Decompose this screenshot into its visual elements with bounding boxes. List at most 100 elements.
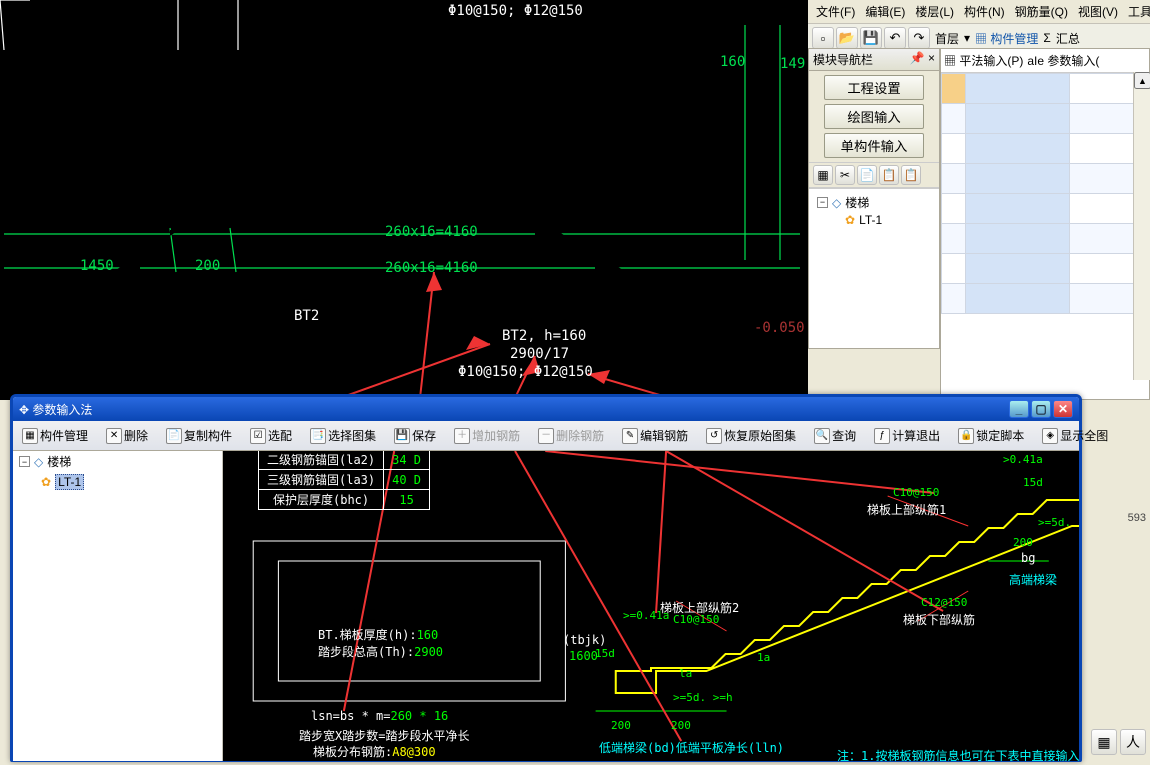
tree-root[interactable]: 楼梯: [845, 194, 869, 211]
tb-add-rebar: ＋增加钢筋: [449, 425, 525, 446]
tab-pingfa[interactable]: ▦ 平法输入(P): [944, 52, 1023, 69]
menu-comp[interactable]: 构件(N): [960, 2, 1009, 21]
cad-stair-run-2: 260x16=4160: [385, 260, 478, 276]
dlg-tbjk-v: 1600: [569, 649, 598, 663]
property-grid-table[interactable]: [941, 73, 1149, 314]
menu-tool[interactable]: 工具: [1124, 2, 1150, 21]
tb-copy[interactable]: 📄复制构件: [161, 425, 237, 446]
tree-child[interactable]: LT-1: [859, 213, 882, 227]
cad-rebar-spec-bot: Φ10@150; Φ12@150: [458, 364, 593, 380]
cad-dim-1493: 149: [780, 56, 805, 72]
dlg-ge5d2: >=5d. >=h: [673, 691, 733, 704]
window-close-icon[interactable]: ✕: [1053, 400, 1073, 418]
dialog-tree: − ◇ 楼梯 ✿ LT-1: [13, 451, 223, 761]
tb-pick[interactable]: ☑选配: [245, 425, 297, 446]
nav-project-settings[interactable]: 工程设置: [824, 75, 924, 100]
prop-la2-val[interactable]: 34 D: [384, 451, 430, 470]
dlg-tree-root[interactable]: 楼梯: [47, 453, 71, 470]
component-tree: − ◇ 楼梯 ✿ LT-1: [809, 188, 939, 348]
prop-bhc-val[interactable]: 15: [384, 490, 430, 510]
menu-view[interactable]: 视图(V): [1074, 2, 1122, 21]
menu-edit[interactable]: 编辑(E): [861, 2, 909, 21]
floor-dropdown-icon[interactable]: ▾: [964, 31, 970, 45]
dialog-toolbar: ▦构件管理 ✕删除 📄复制构件 ☑选配 📑选择图集 💾保存 ＋增加钢筋 －删除钢…: [13, 421, 1079, 451]
mini-copy-icon[interactable]: 📄: [857, 165, 877, 185]
cad-bt2-h2: 2900/17: [510, 346, 569, 362]
toolbox-bottom-right: ▦ 人: [1091, 729, 1146, 755]
tb-comp-mgr[interactable]: ▦构件管理: [17, 425, 93, 446]
toolbar-sigma[interactable]: Σ: [1043, 31, 1050, 45]
tb-restore[interactable]: ↺恢复原始图集: [701, 425, 801, 446]
dlg-stair-icon: ◇: [34, 455, 43, 469]
toolbar-sum[interactable]: 汇总: [1053, 30, 1083, 47]
dlg-la1: la: [679, 667, 692, 680]
dialog-cad-canvas[interactable]: 一级钢筋锚固(la1)27 D 二级钢筋锚固(la2)34 D 三级钢筋锚固(l…: [223, 451, 1079, 761]
dlg-tree-expander[interactable]: −: [19, 456, 30, 467]
undo-icon[interactable]: ↶: [884, 27, 906, 49]
dlg-tbjk: (tbjk): [563, 633, 606, 647]
dlg-bg: bg: [1021, 551, 1035, 565]
cad-level: -0.050: [754, 320, 805, 336]
param-input-dialog: ✥ 参数输入法 _ ▢ ✕ ▦构件管理 ✕删除 📄复制构件 ☑选配 📑选择图集 …: [10, 394, 1082, 762]
tb-lock[interactable]: 🔒锁定脚本: [953, 425, 1029, 446]
dlg-dim200c: 200: [671, 719, 691, 732]
window-maximize-icon[interactable]: ▢: [1031, 400, 1051, 418]
tb-edit-rebar[interactable]: ✎编辑钢筋: [617, 425, 693, 446]
prop-la3-key: 三级钢筋锚固(la3): [259, 470, 384, 490]
window-minimize-icon[interactable]: _: [1009, 400, 1029, 418]
gear-icon: ✿: [845, 213, 855, 227]
mini-paste2-icon[interactable]: 📋: [901, 165, 921, 185]
mini-grid-icon[interactable]: ▦: [813, 165, 833, 185]
dlg-ge5d: >=5d.: [1038, 516, 1071, 529]
bottom-btn-person-icon[interactable]: 人: [1120, 729, 1146, 755]
tb-atlas[interactable]: 📑选择图集: [305, 425, 381, 446]
dlg-c12: C12@150: [921, 596, 967, 609]
pin-icon[interactable]: 📌 ×: [910, 51, 935, 68]
bottom-btn-grid-icon[interactable]: ▦: [1091, 729, 1117, 755]
cad-drawing-canvas[interactable]: Φ10@150; Φ12@150 160 149 260x16=4160 260…: [0, 0, 808, 400]
menu-floor[interactable]: 楼层(L): [911, 2, 958, 21]
toolbar-comp-mgr[interactable]: ▦ 构件管理: [972, 30, 1041, 47]
prop-la3-val[interactable]: 40 D: [384, 470, 430, 490]
dlg-lsn-note: 踏步宽X踏步数=踏步段水平净长: [299, 727, 469, 744]
dlg-bot-rebar: 梯板下部纵筋: [903, 611, 975, 628]
mini-paste-icon[interactable]: 📋: [879, 165, 899, 185]
scrollbar[interactable]: ▲: [1133, 72, 1150, 380]
cad-rebar-spec-top: Φ10@150; Φ12@150: [448, 3, 583, 19]
cad-svg: [0, 0, 808, 400]
redo-icon[interactable]: ↷: [908, 27, 930, 49]
open-icon[interactable]: 📂: [836, 27, 858, 49]
module-nav-title: 模块导航栏 📌 ×: [809, 49, 939, 71]
tb-del-rebar: －删除钢筋: [533, 425, 609, 446]
dlg-tree-child[interactable]: LT-1: [55, 474, 84, 490]
tab-param[interactable]: aIe 参数输入(: [1027, 52, 1099, 69]
dlg-bt-h: BT.梯板厚度(h):160: [318, 626, 438, 643]
menu-bar: 文件(F) 编辑(E) 楼层(L) 构件(N) 钢筋量(Q) 视图(V) 工具: [808, 0, 1150, 24]
dlg-step-h: 踏步段总高(Th):2900: [318, 643, 443, 660]
menu-rebar[interactable]: 钢筋量(Q): [1011, 2, 1072, 21]
dlg-low-beam: 低端梯梁(bd)低端平板净长(lln): [599, 739, 784, 756]
scroll-up-icon[interactable]: ▲: [1134, 72, 1150, 89]
new-icon[interactable]: ▫: [812, 27, 834, 49]
tb-show-all[interactable]: ◈显示全图: [1037, 425, 1113, 446]
tb-save[interactable]: 💾保存: [389, 425, 441, 446]
nav-drawing-input[interactable]: 绘图输入: [824, 104, 924, 129]
tb-query[interactable]: 🔍查询: [809, 425, 861, 446]
nav-single-comp-input[interactable]: 单构件输入: [824, 133, 924, 158]
mini-cut-icon[interactable]: ✂: [835, 165, 855, 185]
tree-expander[interactable]: −: [817, 197, 828, 208]
dlg-c10: C10@150: [893, 486, 939, 499]
tb-delete[interactable]: ✕删除: [101, 425, 153, 446]
dialog-title-text: ✥ 参数输入法: [19, 401, 92, 418]
dlg-gear-icon: ✿: [41, 475, 51, 489]
menu-file[interactable]: 文件(F): [812, 2, 859, 21]
dlg-lsn: lsn=bs * m=260 * 16: [311, 709, 448, 723]
save-icon[interactable]: 💾: [860, 27, 882, 49]
module-nav-title-text: 模块导航栏: [813, 51, 873, 68]
floor-select[interactable]: 首层: [932, 30, 962, 47]
dlg-dim200a: 200: [1013, 536, 1033, 549]
tb-calc-exit[interactable]: ƒ计算退出: [869, 425, 945, 446]
dialog-titlebar[interactable]: ✥ 参数输入法 _ ▢ ✕: [13, 397, 1079, 421]
stair-icon: ◇: [832, 196, 841, 210]
dlg-c10b: C10@150: [673, 613, 719, 626]
